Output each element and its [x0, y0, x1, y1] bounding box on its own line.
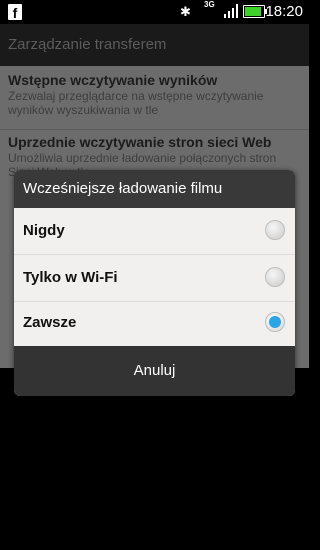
- settings-item-subtitle: Umożliwia uprzednie ładowanie połączonyc…: [8, 151, 277, 165]
- status-bar: f ✱ 3G 18:20: [0, 0, 309, 24]
- radio-button[interactable]: [265, 220, 285, 240]
- bluetooth-icon: ✱: [180, 4, 191, 19]
- option-label: Nigdy: [23, 222, 65, 239]
- radio-button[interactable]: [265, 267, 285, 287]
- option-label: Zawsze: [23, 314, 77, 331]
- radio-button-selected[interactable]: [265, 312, 285, 332]
- dialog-title: Wcześniejsze ładowanie filmu: [14, 170, 295, 208]
- option-label: Tylko w Wi-Fi: [23, 269, 118, 286]
- settings-item-preload-results[interactable]: Wstępne wczytywanie wyników Zezwalaj prz…: [8, 72, 303, 117]
- video-preload-dialog: Wcześniejsze ładowanie filmu Nigdy Tylko…: [14, 170, 295, 396]
- dialog-footer: Anuluj: [14, 346, 295, 396]
- screen-title: Zarządzanie transferem: [0, 24, 309, 66]
- option-never[interactable]: Nigdy: [14, 208, 295, 254]
- option-wifi-only[interactable]: Tylko w Wi-Fi: [14, 255, 295, 301]
- status-time: 18:20: [265, 3, 303, 20]
- settings-item-subtitle: wyników wyszukiwania w tle: [8, 103, 159, 117]
- settings-item-subtitle: Zezwalaj przeglądarce na wstępne wczytyw…: [8, 89, 264, 103]
- signal-icon: [224, 4, 238, 18]
- battery-icon: [243, 5, 267, 18]
- network-type: 3G: [204, 0, 215, 9]
- divider: [0, 129, 309, 130]
- radio-dot-icon: [269, 316, 281, 328]
- settings-item-title: Uprzednie wczytywanie stron sieci Web: [8, 134, 272, 150]
- settings-item-title: Wstępne wczytywanie wyników: [8, 72, 218, 88]
- cancel-button[interactable]: Anuluj: [14, 346, 295, 396]
- facebook-icon: f: [8, 4, 22, 21]
- option-always[interactable]: Zawsze: [14, 300, 295, 346]
